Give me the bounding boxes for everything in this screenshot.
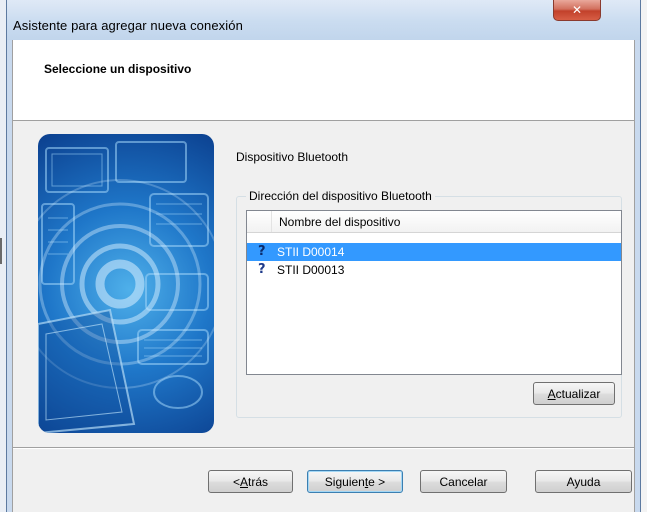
refresh-button[interactable]: Actualizar: [533, 382, 615, 405]
device-list[interactable]: Nombre del dispositivo ? STII D00014 ? S…: [246, 210, 622, 375]
unknown-device-icon: ?: [258, 244, 266, 259]
back-label-rest: trás: [248, 474, 269, 489]
help-button[interactable]: Ayuda: [535, 470, 632, 493]
next-label-prefix: Siguien: [324, 474, 365, 489]
cancel-button[interactable]: Cancelar: [420, 470, 507, 493]
refresh-label-rest: ctualizar: [555, 386, 601, 401]
wizard-window: Asistente para agregar nueva conexión ✕ …: [6, 0, 641, 512]
background-mark: [0, 238, 2, 264]
device-name: STII D00014: [277, 245, 345, 259]
header-band: Seleccione un dispositivo: [13, 40, 634, 121]
back-accel-key: A: [239, 474, 248, 489]
list-header: Nombre del dispositivo: [247, 211, 621, 233]
back-button[interactable]: < Atrás: [208, 470, 293, 493]
device-type-label: Dispositivo Bluetooth: [236, 150, 349, 164]
list-item[interactable]: ? STII D00013: [247, 261, 621, 279]
title-bar[interactable]: Asistente para agregar nueva conexión ✕: [7, 0, 640, 40]
unknown-device-icon: ?: [258, 262, 266, 277]
back-label-prefix: <: [232, 474, 240, 489]
bluetooth-address-group: Dirección del dispositivo Bluetooth Nomb…: [236, 189, 622, 418]
next-button[interactable]: Siguien t e >: [307, 470, 403, 493]
group-legend: Dirección del dispositivo Bluetooth: [246, 189, 435, 203]
column-separator: [271, 211, 272, 232]
close-icon: ✕: [571, 3, 583, 17]
window-title: Asistente para agregar nueva conexión: [13, 18, 243, 33]
wizard-body: Seleccione un dispositivo Dispositivo Bl…: [12, 40, 635, 512]
close-button[interactable]: ✕: [553, 0, 601, 21]
refresh-accel-key: A: [547, 386, 556, 401]
device-name: STII D00013: [277, 263, 345, 277]
background-right-strip: [641, 0, 647, 512]
bluetooth-devices-illustration: [38, 134, 214, 433]
list-item[interactable]: ? STII D00014: [247, 243, 621, 261]
footer-divider-highlight: [13, 448, 634, 449]
hero-graphic: [38, 141, 214, 433]
column-header-device-name[interactable]: Nombre del dispositivo: [279, 215, 400, 229]
next-label-rest: e >: [368, 474, 386, 489]
page-title: Seleccione un dispositivo: [44, 62, 192, 76]
